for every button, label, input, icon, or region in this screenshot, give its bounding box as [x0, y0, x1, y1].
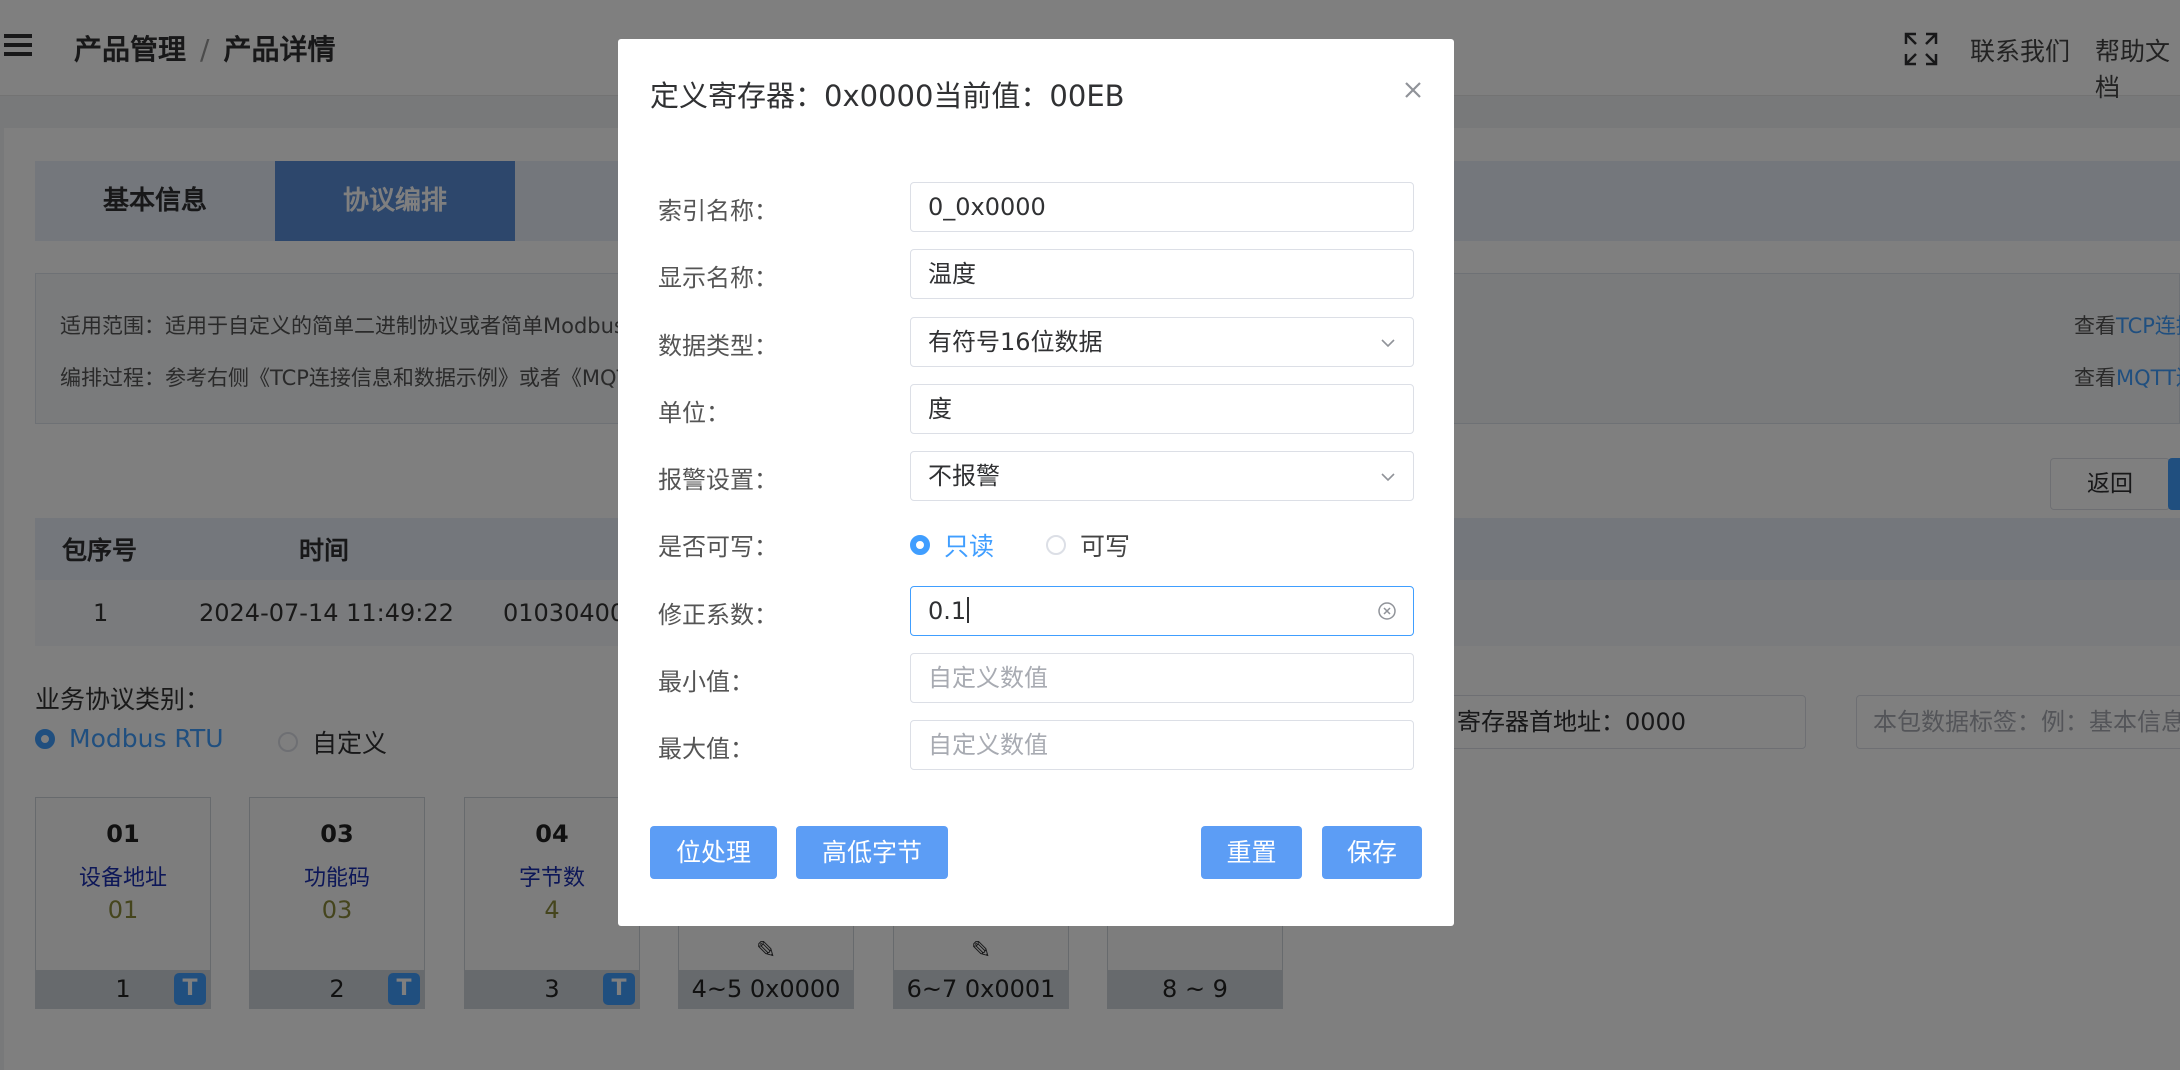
index-name-label: 索引名称：	[658, 197, 778, 225]
bit-process-button[interactable]: 位处理	[650, 826, 777, 879]
max-value-label: 最大值：	[658, 735, 754, 763]
unit-label: 单位：	[658, 399, 730, 427]
display-name-input[interactable]: 温度	[910, 249, 1414, 299]
radio-read-only[interactable]: 只读	[910, 527, 994, 563]
clear-input-icon[interactable]	[1377, 601, 1397, 621]
byte-order-button[interactable]: 高低字节	[796, 826, 948, 879]
alarm-value: 不报警	[928, 462, 1000, 490]
placeholder: 自定义数值	[928, 731, 1048, 759]
max-value-input[interactable]: 自定义数值	[910, 720, 1414, 770]
radio-checked-icon	[910, 535, 930, 555]
save-button[interactable]: 保存	[1322, 826, 1422, 879]
correction-factor-value: 0.1	[928, 597, 967, 625]
correction-factor-label: 修正系数：	[658, 601, 778, 629]
min-value-label: 最小值：	[658, 668, 754, 696]
chevron-down-icon	[1381, 473, 1395, 482]
alarm-label: 报警设置：	[658, 466, 778, 494]
data-type-select[interactable]: 有符号16位数据	[910, 317, 1414, 367]
close-icon[interactable]	[1398, 75, 1428, 105]
radio-label: 只读	[944, 532, 995, 561]
data-type-value: 有符号16位数据	[928, 328, 1103, 356]
writable-label: 是否可写：	[658, 533, 778, 561]
alarm-select[interactable]: 不报警	[910, 451, 1414, 501]
chevron-down-icon	[1381, 339, 1395, 348]
define-register-dialog: 定义寄存器：0x0000当前值：00EB 索引名称： 0_0x0000 显示名称…	[618, 39, 1454, 926]
placeholder: 自定义数值	[928, 664, 1048, 692]
data-type-label: 数据类型：	[658, 332, 778, 360]
text-cursor	[967, 597, 970, 623]
min-value-input[interactable]: 自定义数值	[910, 653, 1414, 703]
index-name-input[interactable]: 0_0x0000	[910, 182, 1414, 232]
reset-button[interactable]: 重置	[1201, 826, 1302, 879]
unit-input[interactable]: 度	[910, 384, 1414, 434]
radio-unchecked-icon	[1046, 535, 1066, 555]
correction-factor-input[interactable]: 0.1	[910, 586, 1414, 636]
radio-writable[interactable]: 可写	[1046, 527, 1130, 563]
dialog-title: 定义寄存器：0x0000当前值：00EB	[650, 79, 1125, 113]
display-name-label: 显示名称：	[658, 264, 778, 292]
radio-label: 可写	[1080, 532, 1131, 561]
